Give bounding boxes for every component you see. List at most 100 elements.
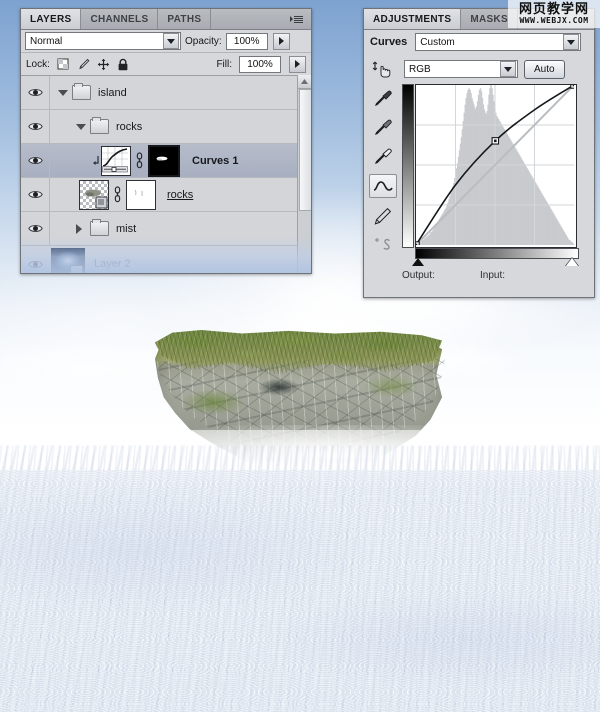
curves-tool-column <box>368 58 398 258</box>
layer-name-layer-2: Layer 2 <box>94 258 131 270</box>
cloud-shading <box>0 430 600 712</box>
channel-row: RGB Auto <box>404 59 586 79</box>
white-point-eyedropper-icon[interactable] <box>370 145 396 167</box>
adjustments-panel[interactable]: ADJUSTMENTS MASKS Curves Custom RGB Auto… <box>363 8 595 298</box>
blend-mode-value: Normal <box>30 35 63 47</box>
curves-body: RGB Auto Output: Input: <box>364 54 594 296</box>
disclosure-triangle-island[interactable] <box>58 89 68 96</box>
lock-image-pixels-icon[interactable] <box>77 58 90 71</box>
fill-input[interactable]: 100% <box>239 55 281 73</box>
layer-row-rocks-group[interactable]: rocks <box>21 110 311 144</box>
watermark-url: WWW.WEBJX.COM <box>519 16 589 25</box>
link-layers-icon[interactable] <box>113 186 122 203</box>
output-label: Output: <box>402 269 435 281</box>
black-point-eyedropper-icon[interactable] <box>370 87 396 109</box>
island-crevice <box>251 374 307 400</box>
layer-name-island: island <box>98 86 127 99</box>
eye-icon <box>27 223 43 234</box>
layers-scrollbar[interactable] <box>297 75 311 273</box>
chevron-down-icon[interactable] <box>500 61 516 77</box>
input-output-row: Output: Input: <box>402 268 592 282</box>
layer-row-rocks[interactable]: rocks <box>21 178 311 212</box>
fill-stepper[interactable] <box>289 55 306 73</box>
layer-name-rocks: rocks <box>167 188 194 201</box>
visibility-toggle-curves-1[interactable] <box>21 144 50 177</box>
visibility-toggle-rocks-group[interactable] <box>21 110 50 143</box>
folder-icon <box>90 219 109 236</box>
auto-button[interactable]: Auto <box>524 59 565 79</box>
layer-list: island rocks Curves 1 rocks mist Layer 2 <box>21 76 311 274</box>
black-point-handle[interactable] <box>412 258 424 266</box>
curve-editor[interactable] <box>402 84 586 266</box>
layer-name-mist: mist <box>116 222 137 235</box>
curves-adjustment-thumbnail[interactable] <box>101 145 131 176</box>
curve-plot[interactable] <box>416 85 576 247</box>
layers-panel[interactable]: LAYERS CHANNELS PATHS Normal Opacity: 10… <box>20 8 312 274</box>
opacity-label: Opacity: <box>185 35 222 47</box>
lock-all-icon[interactable] <box>117 58 130 71</box>
curves-header: Curves Custom <box>364 30 594 54</box>
watermark-cn: 网页教学网 <box>518 2 589 17</box>
folder-icon <box>90 117 109 134</box>
tab-adjustments[interactable]: ADJUSTMENTS <box>364 9 462 29</box>
eye-icon <box>27 87 43 98</box>
eye-icon <box>27 121 43 132</box>
tab-layers[interactable]: LAYERS <box>21 9 82 29</box>
visibility-toggle-mist[interactable] <box>21 212 50 245</box>
chevron-down-icon[interactable] <box>163 33 179 49</box>
curve-grid[interactable] <box>415 84 577 248</box>
layer-row-island[interactable]: island <box>21 76 311 110</box>
scroll-up-arrow-icon[interactable] <box>298 75 311 89</box>
lock-row: Lock: Fill: 100% <box>21 53 311 76</box>
island-moss-patch-right <box>351 370 431 404</box>
tab-channels[interactable]: CHANNELS <box>81 9 159 29</box>
rocks-layer-thumbnail[interactable] <box>79 179 109 210</box>
channel-select[interactable]: RGB <box>404 60 518 78</box>
input-label: Input: <box>480 269 506 281</box>
opacity-input[interactable]: 100% <box>225 32 268 50</box>
curve-edit-point-icon[interactable] <box>369 174 397 198</box>
smooth-curve-icon[interactable] <box>370 234 396 256</box>
smart-object-badge-icon <box>70 265 83 273</box>
link-layers-icon[interactable] <box>135 152 144 169</box>
lock-position-icon[interactable] <box>97 58 110 71</box>
layer-mask-thumbnail[interactable] <box>148 144 180 177</box>
fill-label: Fill: <box>216 58 232 70</box>
visibility-toggle-island[interactable] <box>21 76 50 109</box>
preset-select[interactable]: Custom <box>415 33 582 51</box>
eye-icon <box>27 155 43 166</box>
rocks-mask-thumbnail[interactable] <box>126 179 156 210</box>
panel-menu-icon[interactable] <box>290 13 306 25</box>
visibility-toggle-layer-2[interactable] <box>21 248 49 274</box>
scrollbar-thumb[interactable] <box>299 89 311 211</box>
white-point-handle[interactable] <box>566 258 578 266</box>
layer-2-thumbnail[interactable] <box>51 248 85 273</box>
opacity-stepper[interactable] <box>272 32 290 50</box>
gray-point-eyedropper-icon[interactable] <box>370 116 396 138</box>
chevron-down-icon[interactable] <box>563 34 580 50</box>
channel-value: RGB <box>409 63 431 75</box>
eye-icon <box>27 189 43 200</box>
tab-paths[interactable]: PATHS <box>158 9 212 29</box>
sea-of-clouds <box>0 430 600 712</box>
output-gradient-bar <box>402 84 414 248</box>
lock-transparent-pixels-icon[interactable] <box>57 58 70 71</box>
disclosure-triangle-mist[interactable] <box>76 223 82 234</box>
blend-mode-select[interactable]: Normal <box>25 32 181 50</box>
visibility-toggle-rocks[interactable] <box>21 178 50 211</box>
blend-mode-row: Normal Opacity: 100% <box>21 30 311 53</box>
lock-label: Lock: <box>26 58 50 70</box>
layer-row-curves-1[interactable]: Curves 1 <box>21 144 311 178</box>
pencil-draw-curve-icon[interactable] <box>370 205 396 227</box>
curves-title: Curves <box>370 36 408 48</box>
layer-name-rocks-group: rocks <box>116 120 143 133</box>
layer-row-mist[interactable]: mist <box>21 212 311 246</box>
eye-icon <box>27 259 43 270</box>
on-image-adjust-icon[interactable] <box>370 58 396 80</box>
layer-row-layer-2[interactable]: Layer 2 <box>21 246 311 274</box>
folder-icon <box>72 83 91 100</box>
disclosure-triangle-rocks[interactable] <box>76 123 86 130</box>
layer-name-curves-1: Curves 1 <box>192 154 239 167</box>
layers-panel-tabbar: LAYERS CHANNELS PATHS <box>21 9 311 30</box>
site-watermark: 网页教学网 WWW.WEBJX.COM <box>508 0 600 28</box>
